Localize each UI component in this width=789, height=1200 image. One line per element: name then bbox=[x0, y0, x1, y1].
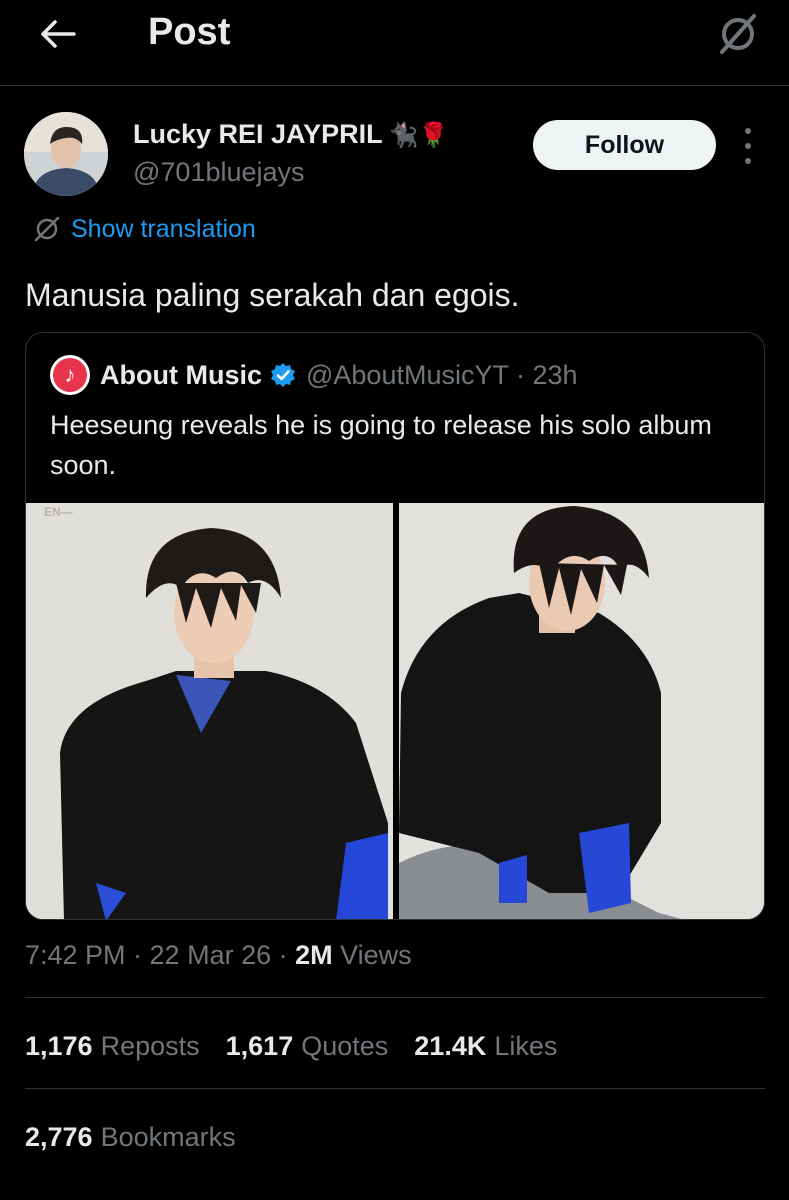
author-name[interactable]: Lucky REI JAYPRIL 🐈‍⬛🌹 bbox=[133, 117, 448, 153]
post-meta: 7:42 PM · 22 Mar 26 · 2M Views bbox=[25, 935, 412, 975]
bookmarks-stat[interactable]: 2,776 Bookmarks bbox=[25, 1117, 236, 1157]
quoted-post[interactable]: ♪ About Music @AboutMusicYT · 23h Heeseu… bbox=[25, 332, 765, 920]
top-bar: Post bbox=[0, 0, 789, 86]
quotes-label: Quotes bbox=[301, 1031, 389, 1061]
quoted-handle-time: @AboutMusicYT · 23h bbox=[306, 359, 578, 390]
engagement-stats: 1,176 Reposts 1,617 Quotes 21.4K Likes bbox=[25, 1026, 557, 1066]
quoted-post-header: ♪ About Music @AboutMusicYT · 23h bbox=[50, 355, 578, 395]
follow-button[interactable]: Follow bbox=[533, 120, 716, 170]
bookmarks-count: 2,776 bbox=[25, 1122, 93, 1152]
media-grid: EN— bbox=[26, 503, 764, 919]
likes-stat[interactable]: 21.4K Likes bbox=[414, 1026, 557, 1066]
author-name-emoji: 🐈‍⬛🌹 bbox=[388, 122, 449, 149]
quoted-post-text: Heeseung reveals he is going to release … bbox=[50, 410, 712, 480]
post-time-date[interactable]: 7:42 PM · 22 Mar 26 · bbox=[25, 940, 295, 970]
grok-icon bbox=[34, 216, 60, 242]
more-dot-icon bbox=[745, 128, 751, 134]
author-name-text: Lucky REI JAYPRIL bbox=[133, 119, 383, 149]
author-handle[interactable]: @701bluejays bbox=[133, 155, 305, 189]
watermark: EN— bbox=[44, 505, 73, 519]
show-translation-link[interactable]: Show translation bbox=[33, 211, 256, 247]
views-count: 2M bbox=[295, 940, 333, 970]
media-photo-1[interactable]: EN— bbox=[26, 503, 393, 919]
divider bbox=[25, 997, 765, 998]
divider bbox=[25, 1088, 765, 1089]
likes-label: Likes bbox=[494, 1031, 558, 1061]
reposts-stat[interactable]: 1,176 Reposts bbox=[25, 1026, 200, 1066]
grok-icon bbox=[720, 14, 756, 54]
music-note-icon: ♪ bbox=[53, 358, 87, 392]
more-dot-icon bbox=[745, 143, 751, 149]
reposts-label: Reposts bbox=[100, 1031, 200, 1061]
verified-badge-icon bbox=[270, 362, 296, 388]
grok-button[interactable] bbox=[714, 10, 762, 58]
show-translation-label: Show translation bbox=[71, 214, 256, 243]
reposts-count: 1,176 bbox=[25, 1031, 93, 1061]
likes-count: 21.4K bbox=[414, 1031, 487, 1061]
page-title: Post bbox=[148, 11, 231, 53]
quoted-author-name[interactable]: About Music bbox=[100, 360, 262, 391]
bookmarks-label: Bookmarks bbox=[100, 1122, 236, 1152]
media-photo-2[interactable] bbox=[399, 503, 764, 919]
arrow-left-icon bbox=[41, 20, 76, 48]
more-dot-icon bbox=[745, 158, 751, 164]
quotes-count: 1,617 bbox=[225, 1031, 294, 1061]
more-options-button[interactable] bbox=[738, 128, 758, 164]
quoted-author-avatar[interactable]: ♪ bbox=[50, 355, 90, 395]
quotes-stat[interactable]: 1,617 Quotes bbox=[226, 1026, 389, 1066]
back-button[interactable] bbox=[38, 14, 78, 54]
author-avatar[interactable] bbox=[24, 112, 108, 196]
views-label: Views bbox=[332, 940, 412, 970]
post-text: Manusia paling serakah dan egois. bbox=[25, 277, 520, 313]
